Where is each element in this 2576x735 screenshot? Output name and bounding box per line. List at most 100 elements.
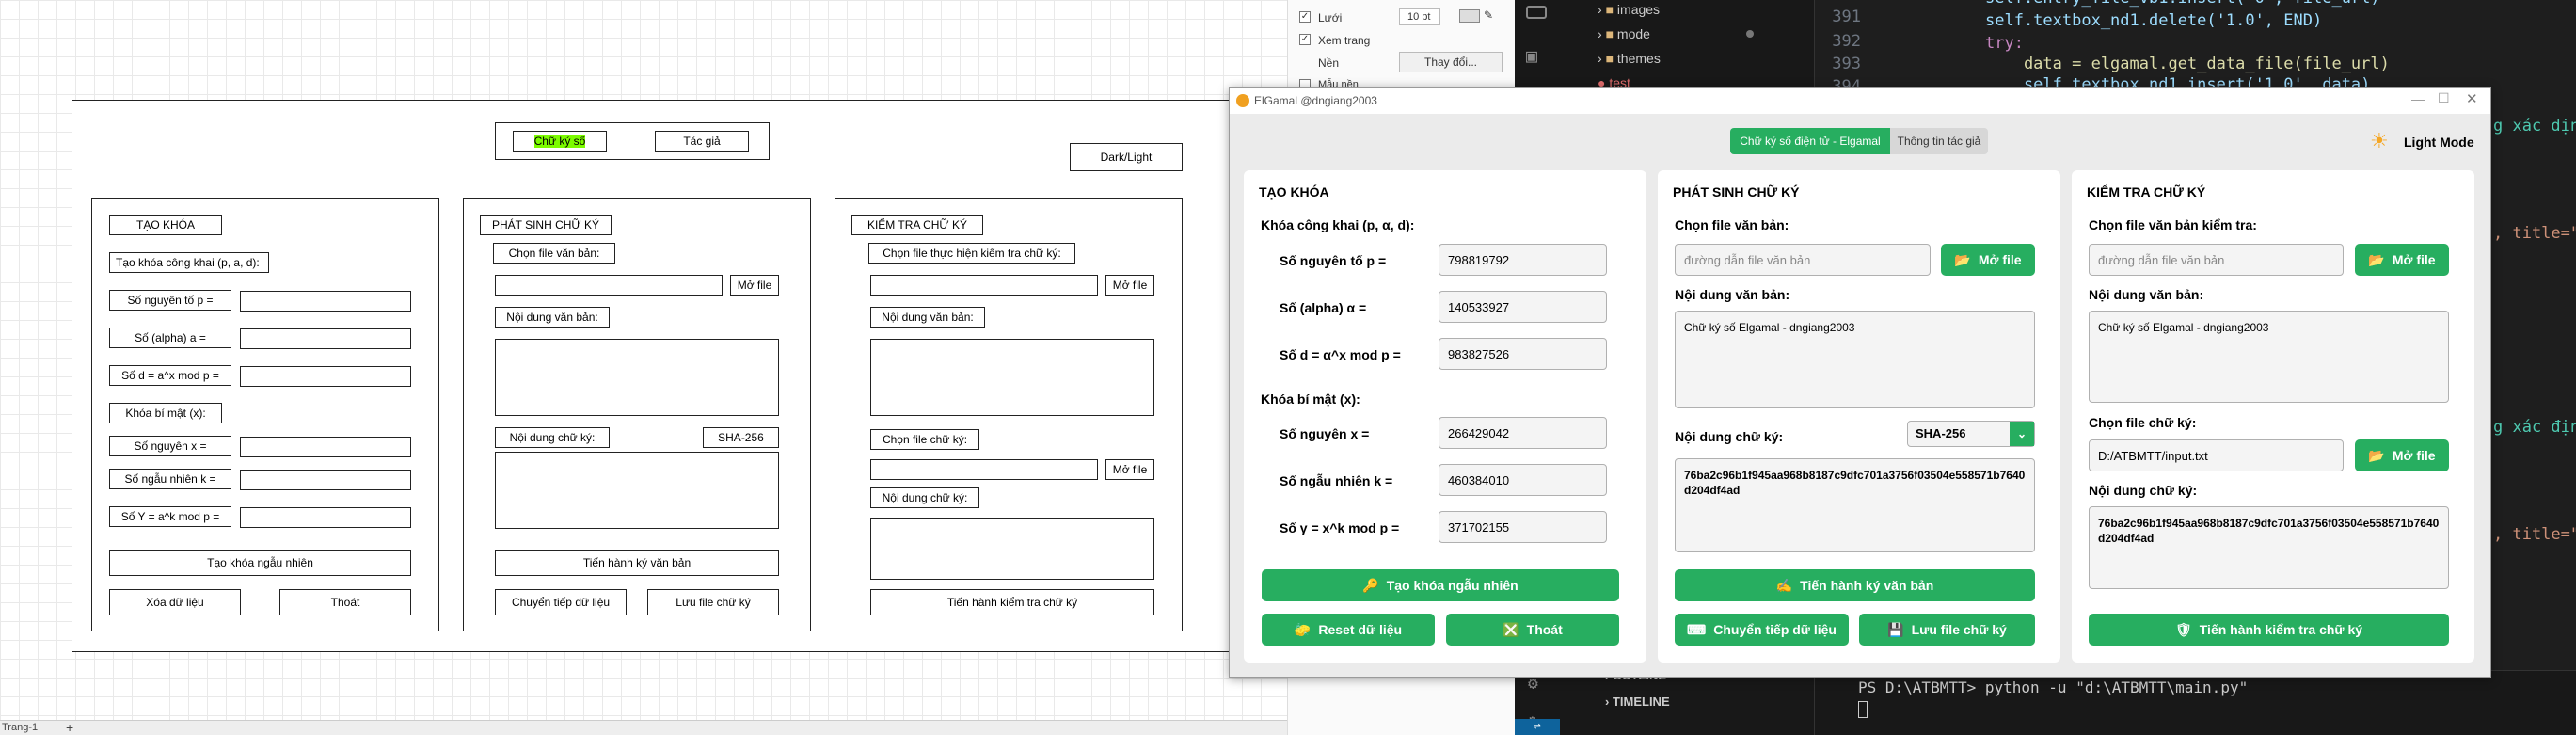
save-signature-button[interactable]: 💾 Lưu file chữ ký — [1859, 614, 2035, 646]
code-fragment: g xác địn — [2493, 418, 2576, 437]
reset-button[interactable]: 🧽 Reset dữ liệu — [1262, 614, 1435, 646]
wf-tao-khoa: TẠO KHÓA — [109, 215, 222, 235]
folder-icon: 📂 — [1954, 251, 1971, 267]
verify-content-label: Nội dung văn bản: — [2089, 287, 2204, 302]
page-view-checkbox[interactable]: ✓ — [1299, 34, 1311, 45]
file-path-input[interactable]: đường dẫn file văn bản — [1675, 244, 1931, 276]
wf-chuyen-tiep: Chuyển tiếp dữ liệu — [495, 589, 627, 615]
app-titlebar[interactable]: ElGamal @dngiang2003 — ☐ ✕ — [1230, 88, 2490, 114]
tab-author-info[interactable]: Thông tin tác giả — [1890, 128, 1988, 154]
wf-so-nguyen-x: Số nguyên x = — [109, 436, 231, 456]
remote-icon[interactable]: ⇌ — [1515, 719, 1560, 735]
timeline-section[interactable]: › TIMELINE — [1605, 695, 1670, 709]
wf-mo-file-2: Mở file — [1105, 275, 1154, 296]
save-icon: 💾 — [1887, 621, 1904, 637]
signature-textarea[interactable]: 76ba2c96b1f945aa968b8187c9dfc701a3756f03… — [1675, 458, 2035, 552]
wf-khoa-bi-mat: Khóa bí mật (x): — [109, 403, 222, 423]
card-generate-signature: PHÁT SINH CHỮ KÝ Chọn file văn bản: đườn… — [1658, 170, 2060, 663]
tab-signature[interactable]: Chữ ký số điện tử - Elgamal — [1730, 128, 1890, 154]
forward-icon: ⌨ — [1687, 621, 1707, 637]
pencil-icon[interactable]: ✎ — [1484, 8, 1493, 22]
light-mode-toggle[interactable]: Light Mode — [2404, 135, 2474, 150]
open-signature-file-button[interactable]: 📂 Mở file — [2355, 439, 2449, 471]
wf-input-y — [240, 507, 411, 528]
verify-file-input[interactable]: đường dẫn file văn bản — [2089, 244, 2344, 276]
open-file-button[interactable]: 📂 Mở file — [2355, 244, 2449, 276]
wf-input-k — [240, 470, 411, 490]
code-line[interactable]: self.textbox_nd1.delete('1.0', END) — [1985, 11, 2322, 30]
wf-input-file-ck — [870, 459, 1098, 480]
terminal-panel[interactable]: PS D:\ATBMTT> python -u "d:\ATBMTT\main.… — [1815, 670, 2576, 735]
app-icon — [1236, 94, 1249, 107]
wf-input-a — [240, 328, 411, 349]
code-line[interactable]: data = elgamal.get_data_file(file_url) — [1985, 55, 2390, 73]
file-label: Chọn file văn bản: — [1675, 217, 1789, 232]
page-view-label: Xem trang — [1318, 34, 1371, 47]
wf-input-x — [240, 437, 411, 457]
wf-tab-chu-ky: Chữ ký số — [513, 131, 607, 152]
wf-input-file-vb — [495, 275, 723, 296]
forward-data-button[interactable]: ⌨ Chuyển tiếp dữ liệu — [1675, 614, 1849, 646]
signature-file-label: Chọn file chữ ký: — [2089, 415, 2197, 430]
eraser-icon: 🧽 — [1294, 621, 1312, 637]
shield-icon: 🛡 — [2174, 621, 2192, 637]
change-background-button[interactable]: Thay đổi... — [1399, 52, 1503, 72]
y-input[interactable]: 371702155 — [1439, 511, 1607, 543]
wf-tien-hanh-kt: Tiến hành kiểm tra chữ ký — [870, 589, 1154, 615]
code-line[interactable]: self.entry_file_vb1.insert('0', file_url… — [1985, 0, 2380, 8]
extensions-icon[interactable]: ▣ — [1526, 45, 1547, 66]
grid-size-input[interactable]: 10 pt — [1399, 8, 1440, 25]
wf-chon-file-kt: Chọn file thực hiện kiểm tra chữ ký: — [868, 243, 1075, 264]
run-debug-icon[interactable] — [1526, 6, 1547, 19]
wf-dark-light: Dark/Light — [1070, 143, 1183, 171]
private-key-label: Khóa bí mật (x): — [1261, 391, 1360, 407]
add-page-icon[interactable]: + — [66, 720, 73, 735]
explorer-item-images[interactable]: › ■ images — [1598, 2, 1660, 17]
chevron-down-icon[interactable]: ⌄ — [2010, 422, 2034, 446]
key-icon: 🔑 — [1362, 577, 1379, 593]
explorer-item-themes[interactable]: › ■ themes — [1598, 51, 1661, 66]
signature-label: Nội dung chữ ký: — [1675, 429, 1784, 444]
open-file-button[interactable]: 📂 Mở file — [1941, 244, 2035, 276]
wf-mo-file-3: Mở file — [1105, 459, 1154, 480]
app-title: ElGamal @dngiang2003 — [1254, 94, 1377, 107]
wf-noi-dung-ck: Nội dung chữ ký: — [495, 427, 610, 448]
p-input[interactable]: 798819792 — [1439, 244, 1607, 276]
verify-button[interactable]: 🛡 Tiến hành kiểm tra chữ ký — [2089, 614, 2449, 646]
verify-content-textarea[interactable]: Chữ ký số Elgamal - dngiang2003 — [2089, 311, 2449, 403]
elgamal-app-window: ElGamal @dngiang2003 — ☐ ✕ Chữ ký số điệ… — [1229, 87, 2491, 678]
grid-checkbox[interactable]: ✓ — [1299, 11, 1311, 23]
wf-phat-sinh: PHÁT SINH CHỮ KÝ — [480, 215, 612, 235]
d-input[interactable]: 983827526 — [1439, 338, 1607, 370]
code-line[interactable]: try: — [1985, 34, 2024, 53]
x-label: Số nguyên x = — [1280, 426, 1370, 441]
minimize-icon[interactable]: — — [2411, 91, 2425, 106]
wf-input-p — [240, 291, 411, 312]
grid-color-swatch[interactable] — [1459, 9, 1480, 23]
drawio-canvas[interactable]: Chữ ký số Tác giả Dark/Light TẠO KHÓA Tạ… — [0, 0, 1287, 720]
hash-select[interactable]: SHA-256 ⌄ — [1907, 421, 2035, 447]
background-label: Nền — [1318, 56, 1340, 70]
explorer-item-mode[interactable]: › ■ mode — [1598, 26, 1650, 41]
generate-key-button[interactable]: 🔑 Tạo khóa ngẫu nhiên — [1262, 569, 1619, 601]
wf-noi-dung-ck-kt: Nội dung chữ ký: — [870, 487, 979, 508]
maximize-icon[interactable]: ☐ — [2438, 90, 2450, 106]
signature-file-input[interactable]: D:/ATBMTT/input.txt — [2089, 439, 2344, 471]
code-fragment: g xác địn — [2493, 117, 2576, 136]
sun-icon[interactable]: ☀ — [2370, 129, 2389, 153]
wf-so-d: Số d = a^x mod p = — [109, 365, 231, 386]
modified-dot — [1746, 30, 1754, 38]
content-label: Nội dung văn bản: — [1675, 287, 1790, 302]
sign-button[interactable]: ✍ Tiến hành ký văn bản — [1675, 569, 2035, 601]
alpha-input[interactable]: 140533927 — [1439, 291, 1607, 323]
x-input[interactable]: 266429042 — [1439, 417, 1607, 449]
p-label: Số nguyên tố p = — [1280, 253, 1387, 268]
k-input[interactable]: 460384010 — [1439, 464, 1607, 496]
exit-button[interactable]: ❎ Thoát — [1446, 614, 1619, 646]
content-textarea[interactable]: Chữ ký số Elgamal - dngiang2003 — [1675, 311, 2035, 408]
wf-so-ngau-nhien: Số ngẫu nhiên k = — [109, 469, 231, 489]
card-title: TẠO KHÓA — [1259, 184, 1329, 200]
page-tab[interactable]: Trang-1 — [2, 722, 38, 733]
verify-signature-textarea[interactable]: 76ba2c96b1f945aa968b8187c9dfc701a3756f03… — [2089, 506, 2449, 589]
close-icon[interactable]: ✕ — [2466, 90, 2478, 107]
